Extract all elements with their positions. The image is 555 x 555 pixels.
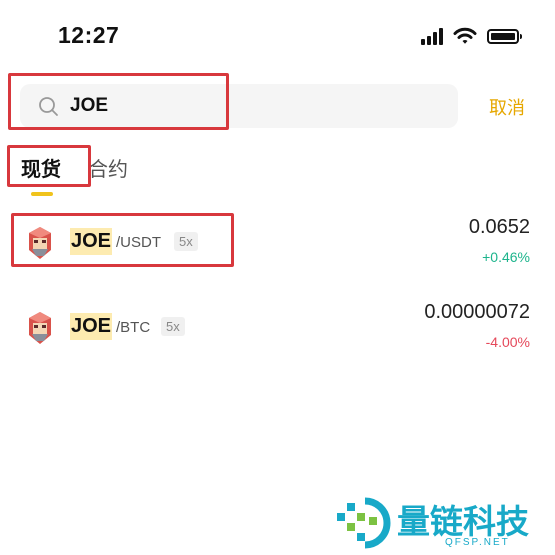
- search-box[interactable]: [20, 84, 458, 128]
- wifi-icon: [453, 27, 477, 44]
- signal-icon: [421, 27, 443, 45]
- leverage-badge: 5x: [161, 317, 185, 336]
- cancel-button[interactable]: 取消: [489, 94, 525, 120]
- joe-coin-icon: [29, 312, 51, 344]
- screen: 12:27 取消 现货 合约: [0, 0, 555, 555]
- search-input[interactable]: [70, 84, 440, 128]
- result-row-joe-btc[interactable]: JOE /BTC 5x 0.00000072 -4.00%: [0, 293, 555, 363]
- row-price: 0.00000072: [424, 301, 530, 323]
- watermark-subtitle: QFSP.NET: [445, 537, 510, 548]
- status-time: 12:27: [58, 22, 120, 48]
- row-symbol: JOE: [70, 228, 113, 255]
- status-icons: [421, 27, 522, 45]
- result-row-joe-usdt[interactable]: JOE /USDT 5x 0.0652 +0.46%: [0, 208, 555, 278]
- row-quote: /USDT: [116, 234, 161, 251]
- watermark-title: 量链科技: [397, 502, 529, 541]
- tab-indicator: [31, 192, 53, 196]
- row-price: 0.0652: [468, 216, 530, 238]
- row-quote: /BTC: [116, 319, 151, 336]
- joe-coin-icon: [29, 227, 51, 259]
- qfsp-logo-icon: [337, 497, 391, 549]
- leverage-badge: 5x: [174, 232, 198, 251]
- tab-contract[interactable]: 合约: [88, 153, 128, 182]
- search-icon: [39, 97, 58, 116]
- row-change: -4.00%: [485, 334, 530, 350]
- tab-spot[interactable]: 现货: [21, 153, 61, 182]
- row-symbol: JOE: [70, 313, 113, 340]
- watermark: 量链科技 QFSP.NET: [335, 495, 555, 555]
- row-change: +0.46%: [482, 249, 530, 265]
- battery-icon: [487, 28, 522, 44]
